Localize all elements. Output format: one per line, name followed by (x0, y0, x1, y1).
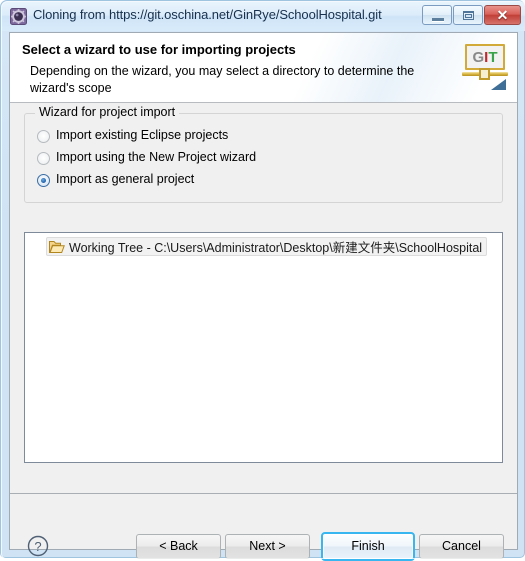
title-bar[interactable]: Cloning from https://git.oschina.net/Gin… (2, 2, 525, 31)
radio-indicator-selected[interactable] (37, 174, 50, 187)
git-letter-t: T (488, 49, 498, 66)
minimize-button[interactable] (422, 5, 452, 25)
projects-tree[interactable]: Working Tree - C:\Users\Administrator\De… (24, 232, 503, 463)
group-legend: Wizard for project import (35, 105, 180, 119)
git-knob (479, 68, 490, 80)
git-letter-g: G (472, 49, 485, 66)
finish-button[interactable]: Finish (321, 532, 415, 561)
dialog-button-bar: ? < Back Next > Finish Cancel (10, 494, 517, 561)
back-button[interactable]: < Back (136, 534, 221, 559)
radio-indicator[interactable] (37, 130, 50, 143)
minimize-icon (432, 18, 444, 22)
restore-icon-inner (465, 14, 472, 18)
tree-item-working-tree[interactable]: Working Tree - C:\Users\Administrator\De… (46, 237, 488, 256)
git-repository-icon (10, 8, 27, 25)
wizard-header: Select a wizard to use for importing pro… (10, 33, 517, 103)
radio-label: Import using the New Project wizard (56, 150, 257, 164)
git-banner-icon: GIT (461, 42, 509, 90)
tree-item-label: Working Tree - C:\Users\Administrator\De… (69, 241, 483, 255)
page-title: Select a wizard to use for importing pro… (22, 42, 296, 57)
help-icon[interactable]: ? (27, 535, 49, 557)
close-icon: ✕ (496, 7, 509, 23)
radio-label: Import as general project (56, 172, 195, 186)
page-description: Depending on the wizard, you may select … (30, 64, 415, 95)
dialog-client-area: Select a wizard to use for importing pro… (9, 32, 518, 561)
maximize-restore-button[interactable] (453, 5, 483, 25)
git-plate: GIT (465, 44, 505, 70)
svg-text:?: ? (34, 539, 41, 554)
close-button[interactable]: ✕ (484, 5, 521, 25)
dialog-window: Cloning from https://git.oschina.net/Gin… (0, 0, 525, 561)
cancel-button[interactable]: Cancel (419, 534, 504, 559)
open-folder-icon (49, 240, 65, 253)
next-button[interactable]: Next > (225, 534, 310, 559)
radio-label: Import existing Eclipse projects (56, 128, 229, 142)
wizard-import-group: Wizard for project import Import existin… (24, 105, 503, 203)
git-triangle (491, 79, 506, 90)
window-title: Cloning from https://git.oschina.net/Gin… (33, 7, 382, 22)
git-letters: GIT (467, 48, 503, 68)
radio-indicator[interactable] (37, 152, 50, 165)
